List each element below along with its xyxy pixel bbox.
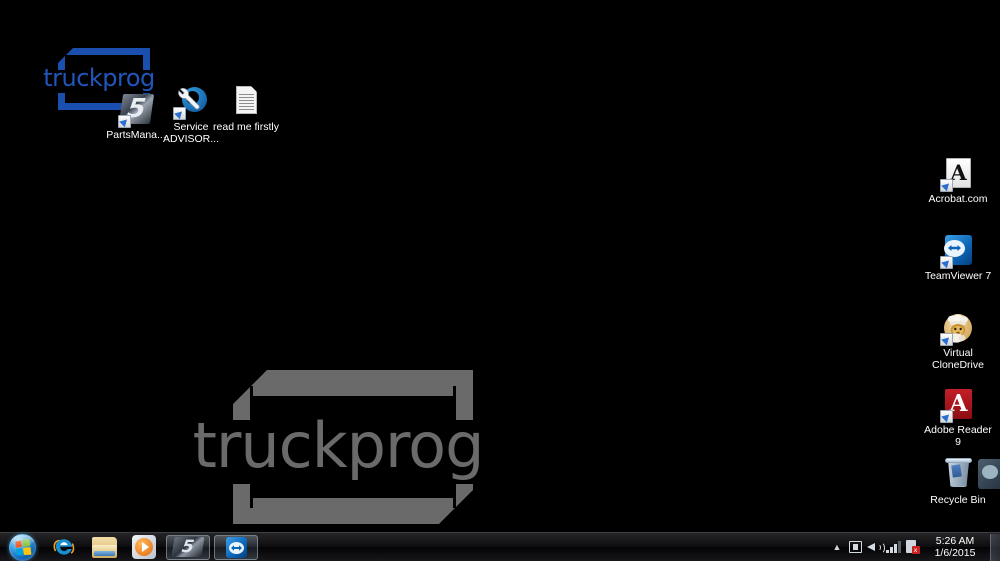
tray-icon-antivirus[interactable]: x	[903, 537, 922, 557]
clock-date: 1/6/2015	[934, 547, 976, 559]
desktop[interactable]: truckprog truckprog 5 PartsMana... Servi…	[0, 0, 1000, 561]
show-hidden-icons-button[interactable]: ▲	[828, 537, 846, 557]
acrobat-page-icon: A	[940, 157, 975, 192]
tray-icon-volume[interactable]	[865, 537, 885, 557]
shortcut-arrow-icon	[940, 410, 953, 423]
taskbar-item-windows-explorer[interactable]	[84, 534, 124, 561]
adobe-reader-icon: A	[940, 388, 975, 423]
teamviewer-icon	[940, 234, 975, 269]
shortcut-arrow-icon	[940, 179, 953, 192]
double-arrow-glyph	[948, 245, 961, 251]
clock-time: 5:26 AM	[935, 534, 975, 547]
taskbar-clock[interactable]: 5:26 AM 1/6/2015	[922, 535, 988, 560]
media-player-icon	[132, 535, 156, 559]
taskbar-empty-area[interactable]	[260, 534, 828, 561]
teamviewer-icon	[225, 536, 247, 558]
desktop-icon-virtual-clonedrive[interactable]: Virtual CloneDrive	[921, 311, 995, 371]
parts-manager-five-icon: 5	[171, 537, 205, 557]
internet-explorer-icon	[53, 539, 75, 555]
desktop-icon-label: Virtual CloneDrive	[932, 347, 984, 371]
desktop-icon-acrobat-com[interactable]: A Acrobat.com	[921, 157, 995, 206]
folder-icon	[91, 536, 117, 558]
shortcut-arrow-icon	[940, 333, 953, 346]
taskbar[interactable]: 5 ▲ x 5:26 AM 1/6/2015	[0, 532, 1000, 561]
desktop-icon-label: Acrobat.com	[928, 193, 988, 205]
shortcut-arrow-icon	[940, 256, 953, 269]
desktop-icon-label: Recycle Bin	[930, 494, 986, 506]
taskbar-task-parts-manager[interactable]: 5	[166, 534, 210, 560]
antivirus-badge: x	[911, 546, 920, 554]
sheep-chef-icon	[940, 311, 975, 346]
recycle-bin-icon	[941, 458, 975, 492]
network-signal-icon	[886, 541, 901, 553]
tray-icon-network[interactable]	[884, 537, 903, 557]
double-arrow-glyph	[230, 544, 242, 551]
desktop-icon-teamviewer-7[interactable]: TeamViewer 7	[921, 234, 995, 283]
antivirus-icon: x	[905, 540, 920, 554]
desktop-icon-read-me-firstly[interactable]: read me firstly	[209, 85, 283, 134]
shortcut-arrow-icon	[118, 115, 131, 128]
watermark-text: truckprog	[192, 409, 485, 482]
desktop-icon-offscreen-partial[interactable]	[978, 459, 1000, 489]
taskbar-item-windows-media-player[interactable]	[124, 534, 164, 561]
system-tray[interactable]: ▲ x 5:26 AM 1/6/2015	[828, 534, 990, 561]
parts-manager-five-icon: 5	[118, 93, 155, 128]
desktop-icon-adobe-reader-9[interactable]: A Adobe Reader 9	[921, 388, 995, 448]
speaker-icon	[866, 541, 885, 554]
wrench-icon	[173, 85, 208, 120]
desktop-icon-label: Adobe Reader 9	[924, 424, 992, 448]
start-button[interactable]	[0, 533, 44, 561]
taskbar-task-teamviewer[interactable]	[214, 534, 258, 560]
action-center-icon	[849, 541, 862, 553]
brand-logo-text: truckprog	[43, 64, 155, 92]
taskbar-item-internet-explorer[interactable]	[44, 534, 84, 561]
show-desktop-button[interactable]	[990, 533, 1000, 561]
tray-icon-action-center[interactable]	[846, 537, 865, 557]
shortcut-arrow-icon	[173, 107, 186, 120]
desktop-watermark-logo: truckprog	[178, 366, 498, 526]
text-document-icon	[229, 85, 263, 119]
windows-start-orb-icon	[8, 533, 36, 561]
desktop-icon-label: read me firstly	[213, 121, 279, 133]
desktop-icon-label: TeamViewer 7	[924, 270, 992, 282]
